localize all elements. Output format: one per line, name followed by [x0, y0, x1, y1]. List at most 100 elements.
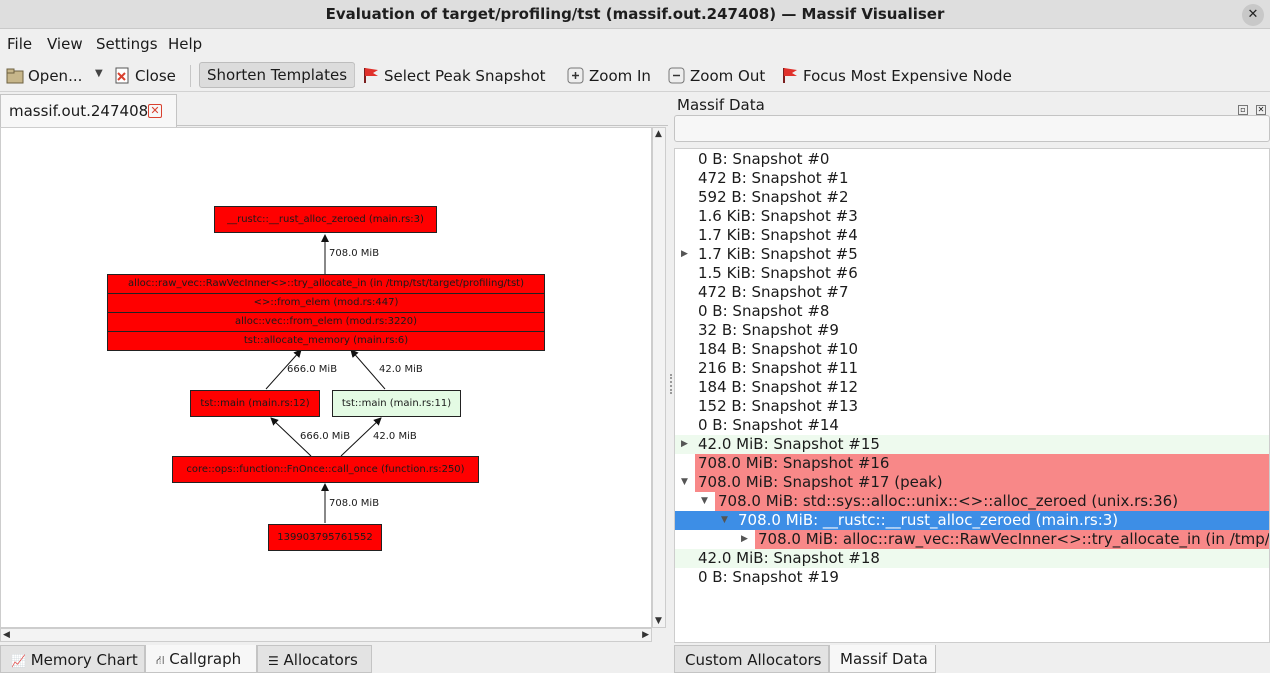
callgraph-node[interactable]: tst::main (main.rs:11): [332, 390, 461, 417]
tree-row-label: 1.6 KiB: Snapshot #3: [698, 207, 858, 225]
window-close-button[interactable]: ✕: [1242, 4, 1264, 26]
tree-row[interactable]: 0 B: Snapshot #8: [675, 302, 1269, 321]
open-folder-icon[interactable]: [6, 67, 24, 84]
chevron-down-icon[interactable]: ▼: [681, 473, 693, 492]
scroll-up-icon[interactable]: ▲: [655, 129, 662, 139]
edge-label: 666.0 MiB: [287, 364, 338, 375]
list-icon: ☰: [268, 654, 279, 668]
tree-row-label: 708.0 MiB: alloc::raw_vec::RawVecInner<>…: [755, 530, 1269, 549]
document-tab[interactable]: massif.out.247408 ✕: [0, 94, 177, 127]
tree-row-label: 42.0 MiB: Snapshot #18: [698, 549, 880, 567]
select-peak-snapshot-button[interactable]: Select Peak Snapshot: [384, 67, 546, 85]
tree-row[interactable]: 184 B: Snapshot #12: [675, 378, 1269, 397]
tab-custom-allocators[interactable]: Custom Allocators: [674, 645, 829, 673]
tree-row-label: 216 B: Snapshot #11: [698, 359, 859, 377]
close-panel-icon[interactable]: ✕: [1256, 105, 1266, 115]
zoom-in-button[interactable]: Zoom In: [589, 67, 651, 85]
focus-most-expensive-node-button[interactable]: Focus Most Expensive Node: [803, 67, 1012, 85]
menu-help[interactable]: Help: [168, 35, 202, 53]
tab-label: Custom Allocators: [685, 651, 822, 669]
chevron-right-icon[interactable]: ▶: [681, 245, 693, 264]
tree-row[interactable]: 592 B: Snapshot #2: [675, 188, 1269, 207]
chart-icon: 📈: [11, 654, 26, 668]
tree-row[interactable]: ▼ 708.0 MiB: Snapshot #17 (peak): [675, 473, 1269, 492]
tree-row[interactable]: 472 B: Snapshot #1: [675, 169, 1269, 188]
tree-row[interactable]: 152 B: Snapshot #13: [675, 397, 1269, 416]
callgraph-node[interactable]: alloc::raw_vec::RawVecInner<>::try_alloc…: [107, 274, 545, 351]
panel-controls: ▫ ✕: [1230, 98, 1266, 116]
callgraph-node[interactable]: __rustc::__rust_alloc_zeroed (main.rs:3): [214, 206, 437, 233]
tree-row[interactable]: 216 B: Snapshot #11: [675, 359, 1269, 378]
panel-splitter[interactable]: [669, 94, 673, 673]
massif-data-tree[interactable]: 0 B: Snapshot #0 472 B: Snapshot #1 592 B:…: [674, 148, 1270, 643]
callgraph-edges: [265, 234, 386, 523]
menubar: File View Settings Help: [0, 30, 1270, 58]
window-titlebar: Evaluation of target/profiling/tst (mass…: [0, 0, 1270, 29]
callgraph-icon: ⛙: [156, 653, 165, 667]
menu-file[interactable]: File: [7, 35, 32, 53]
view-tabbar: 📈 Memory Chart ⛙ Callgraph ☰ Allocators: [0, 645, 668, 673]
float-panel-icon[interactable]: ▫: [1238, 105, 1248, 115]
main-toolbar: Open... ▼ Close Shorten Templates Select…: [0, 59, 1270, 92]
zoom-out-icon: [668, 67, 685, 84]
scroll-left-icon[interactable]: ◀: [3, 630, 10, 640]
tree-row[interactable]: 0 B: Snapshot #14: [675, 416, 1269, 435]
close-tab-icon[interactable]: ✕: [148, 104, 162, 118]
open-button[interactable]: Open...: [28, 67, 82, 85]
scroll-right-icon[interactable]: ▶: [642, 630, 649, 640]
tab-allocators[interactable]: ☰ Allocators: [257, 645, 372, 673]
tree-row[interactable]: ▶ 42.0 MiB: Snapshot #15: [675, 435, 1269, 454]
scroll-down-icon[interactable]: ▼: [655, 616, 662, 626]
tab-callgraph[interactable]: ⛙ Callgraph: [145, 645, 257, 673]
tree-row-label: 708.0 MiB: __rustc::__rust_alloc_zeroed …: [738, 511, 1119, 529]
node-label: alloc::raw_vec::RawVecInner<>::try_alloc…: [108, 275, 544, 294]
edge-label: 708.0 MiB: [329, 248, 380, 259]
node-label: __rustc::__rust_alloc_zeroed (main.rs:3): [227, 214, 424, 225]
node-label: <>::from_elem (mod.rs:447): [108, 294, 544, 313]
open-dropdown-chevron-icon[interactable]: ▼: [95, 68, 103, 79]
tree-row[interactable]: ▼ 708.0 MiB: std::sys::alloc::unix::<>::a…: [675, 492, 1269, 511]
menu-view[interactable]: View: [47, 35, 83, 53]
close-button[interactable]: Close: [135, 67, 176, 85]
tree-row[interactable]: 1.5 KiB: Snapshot #6: [675, 264, 1269, 283]
tree-row-label: 0 B: Snapshot #0: [698, 150, 830, 168]
chevron-right-icon[interactable]: ▶: [681, 435, 693, 454]
toolbar-separator: [354, 65, 355, 87]
callgraph-node[interactable]: 139903795761552: [268, 524, 382, 551]
filter-input[interactable]: [674, 115, 1270, 142]
callgraph-canvas[interactable]: __rustc::__rust_alloc_zeroed (main.rs:3)…: [0, 127, 652, 628]
callgraph-node[interactable]: core::ops::function::FnOnce::call_once (…: [172, 456, 479, 483]
zoom-out-button[interactable]: Zoom Out: [690, 67, 765, 85]
tree-row-label: 592 B: Snapshot #2: [698, 188, 849, 206]
tree-row-label: 42.0 MiB: Snapshot #15: [698, 435, 880, 453]
tab-memory-chart[interactable]: 📈 Memory Chart: [0, 645, 145, 673]
tree-row[interactable]: 472 B: Snapshot #7: [675, 283, 1269, 302]
menu-settings[interactable]: Settings: [96, 35, 158, 53]
tree-row[interactable]: ▶ 1.7 KiB: Snapshot #5: [675, 245, 1269, 264]
horizontal-scrollbar[interactable]: ◀ ▶: [0, 628, 652, 642]
tree-row[interactable]: 1.6 KiB: Snapshot #3: [675, 207, 1269, 226]
close-document-icon[interactable]: [115, 67, 130, 84]
tree-row[interactable]: 1.7 KiB: Snapshot #4: [675, 226, 1269, 245]
tree-row[interactable]: 42.0 MiB: Snapshot #18: [675, 549, 1269, 568]
tree-row[interactable]: ▶ 708.0 MiB: alloc::raw_vec::RawVecInner<…: [675, 530, 1269, 549]
tree-row[interactable]: 32 B: Snapshot #9: [675, 321, 1269, 340]
chevron-right-icon[interactable]: ▶: [741, 530, 753, 549]
shorten-templates-button[interactable]: Shorten Templates: [199, 62, 356, 88]
tree-row[interactable]: 0 B: Snapshot #0: [675, 150, 1269, 169]
tree-row[interactable]: 184 B: Snapshot #10: [675, 340, 1269, 359]
node-label: core::ops::function::FnOnce::call_once (…: [186, 464, 465, 475]
node-label: tst::main (main.rs:12): [200, 398, 310, 409]
vertical-scrollbar[interactable]: ▲ ▼: [652, 127, 666, 628]
tree-row[interactable]: ▼ 708.0 MiB: __rustc::__rust_alloc_zeroed…: [675, 511, 1269, 530]
tab-label: Callgraph: [169, 650, 242, 668]
tree-row-label: 0 B: Snapshot #14: [698, 416, 839, 434]
tab-massif-data[interactable]: Massif Data: [829, 645, 936, 673]
flag-icon: [364, 68, 378, 83]
tree-row[interactable]: 708.0 MiB: Snapshot #16: [675, 454, 1269, 473]
chevron-down-icon[interactable]: ▼: [701, 492, 713, 511]
edge-label: 42.0 MiB: [373, 431, 417, 442]
chevron-down-icon[interactable]: ▼: [721, 511, 733, 530]
tree-row[interactable]: 0 B: Snapshot #19: [675, 568, 1269, 587]
callgraph-node[interactable]: tst::main (main.rs:12): [190, 390, 320, 417]
